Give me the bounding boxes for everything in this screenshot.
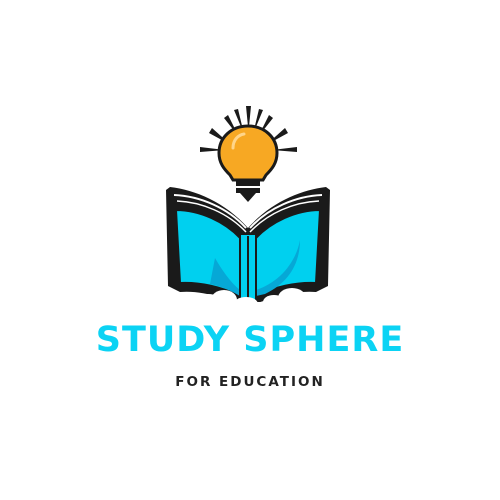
- brand-name: STUDY SPHERE: [95, 320, 405, 360]
- lightbulb-glass: [217, 124, 279, 182]
- logo-emblem: [166, 106, 330, 316]
- logo-canvas: STUDY SPHERE FOR EDUCATION: [0, 0, 500, 500]
- open-book-icon: [166, 187, 330, 306]
- lightbulb-icon: [200, 106, 297, 202]
- tagline: FOR EDUCATION: [175, 374, 325, 390]
